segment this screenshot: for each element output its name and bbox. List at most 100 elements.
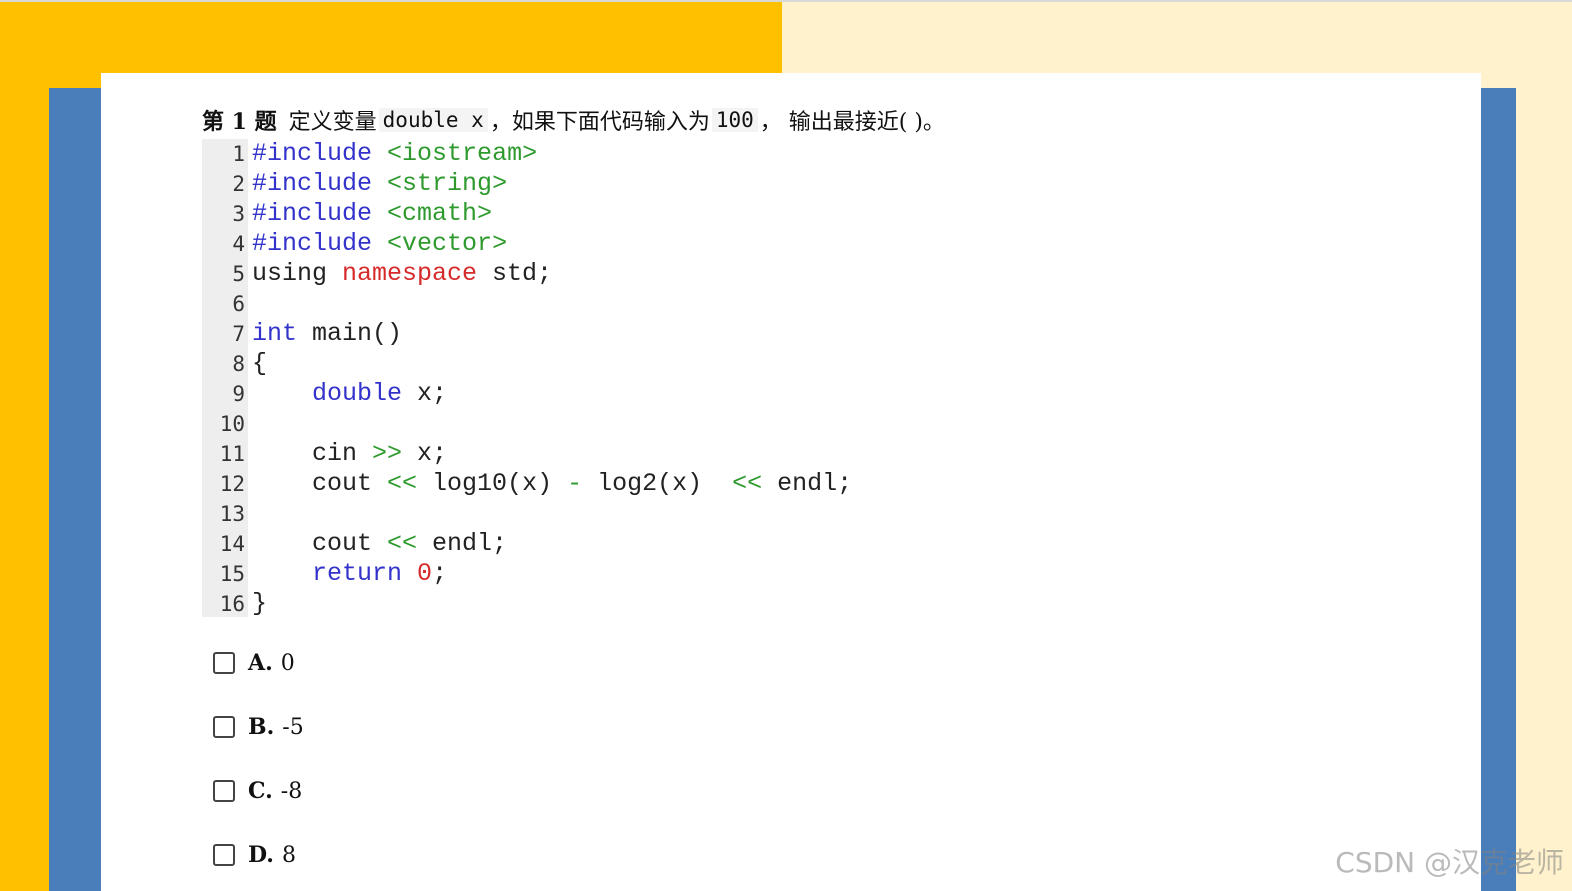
line-number: 9 bbox=[232, 382, 245, 406]
code-text: return 0; bbox=[248, 559, 447, 589]
code-token: std; bbox=[477, 259, 553, 288]
code-token: cout bbox=[252, 469, 388, 498]
option-value: -5 bbox=[282, 714, 304, 740]
code-text: #include <cmath> bbox=[248, 199, 492, 229]
code-line: 14 cout << endl; bbox=[202, 529, 507, 559]
option-b[interactable]: B. -5 bbox=[213, 713, 304, 741]
code-token: return bbox=[312, 559, 403, 588]
option-value: -8 bbox=[280, 778, 303, 804]
code-text: #include <vector> bbox=[248, 229, 507, 259]
option-value: 8 bbox=[281, 842, 296, 868]
code-token: log10(x) bbox=[417, 469, 568, 498]
option-d[interactable]: D. 8 bbox=[213, 841, 296, 869]
code-token: int bbox=[252, 319, 298, 348]
option-value: 0 bbox=[280, 650, 295, 676]
code-token: <cmath> bbox=[387, 199, 493, 228]
line-number: 11 bbox=[219, 442, 245, 466]
code-token: } bbox=[252, 589, 268, 618]
code-token: #include bbox=[252, 169, 373, 198]
code-line: 4 #include <vector> bbox=[202, 229, 507, 259]
code-text: cout << log10(x) - log2(x) << endl; bbox=[248, 469, 852, 499]
code-token: cout bbox=[252, 529, 388, 558]
line-number: 1 bbox=[232, 142, 245, 166]
code-line: 6 bbox=[202, 289, 252, 319]
line-number: 14 bbox=[219, 532, 245, 556]
line-number: 16 bbox=[219, 592, 245, 616]
code-token: 0 bbox=[417, 559, 433, 588]
question-text-middle: ，如果下面代码输入为 bbox=[489, 110, 710, 135]
code-text: using namespace std; bbox=[248, 259, 552, 289]
code-token: << bbox=[387, 469, 418, 498]
code-token: #include bbox=[252, 199, 373, 228]
option-letter: D. bbox=[248, 842, 274, 868]
code-line: 2 #include <string> bbox=[202, 169, 507, 199]
code-block: 1 #include <iostream> 2 #include <string> … bbox=[202, 139, 942, 619]
code-line: 13 bbox=[202, 499, 252, 529]
code-line: 11 cin >> x; bbox=[202, 439, 447, 469]
code-token: double bbox=[312, 379, 403, 408]
code-token: using bbox=[252, 259, 343, 288]
line-number: 13 bbox=[219, 502, 245, 526]
code-token: - bbox=[567, 469, 583, 498]
code-text: cout << endl; bbox=[248, 529, 507, 559]
code-text: cin >> x; bbox=[248, 439, 447, 469]
code-line: 8{ bbox=[202, 349, 267, 379]
code-line: 5 using namespace std; bbox=[202, 259, 552, 289]
option-c[interactable]: C. -8 bbox=[213, 777, 302, 805]
option-c-checkbox[interactable] bbox=[213, 780, 235, 802]
code-token: <vector> bbox=[387, 229, 508, 258]
line-number: 5 bbox=[232, 262, 245, 286]
code-text: int main() bbox=[248, 319, 402, 349]
option-letter: B. bbox=[248, 714, 275, 740]
code-token: x; bbox=[402, 379, 448, 408]
code-token: log2(x) bbox=[582, 469, 733, 498]
code-token: <iostream> bbox=[387, 139, 538, 168]
option-d-checkbox[interactable] bbox=[213, 844, 235, 866]
option-letter: C. bbox=[248, 778, 273, 804]
code-token: endl; bbox=[762, 469, 853, 498]
question-input-value: 100 bbox=[711, 108, 758, 132]
code-line: 3 #include <cmath> bbox=[202, 199, 492, 229]
left-blue-bar bbox=[49, 88, 105, 891]
line-number: 6 bbox=[232, 292, 245, 316]
code-line: 12 cout << log10(x) - log2(x) << endl; bbox=[202, 469, 852, 499]
code-text: #include <string> bbox=[248, 169, 507, 199]
option-a-checkbox[interactable] bbox=[213, 652, 235, 674]
question-text-after: ， 输出最接近( )。 bbox=[759, 110, 945, 135]
code-text: { bbox=[248, 349, 267, 379]
right-blue-bar bbox=[1476, 88, 1516, 891]
code-token: endl; bbox=[417, 529, 508, 558]
line-number: 12 bbox=[219, 472, 245, 496]
code-line: 1 #include <iostream> bbox=[202, 139, 537, 169]
code-text: } bbox=[248, 589, 267, 619]
line-number: 3 bbox=[232, 202, 245, 226]
line-number: 15 bbox=[219, 562, 245, 586]
top-edge-line bbox=[0, 0, 1572, 2]
option-letter: A. bbox=[248, 650, 273, 676]
code-text: #include <iostream> bbox=[248, 139, 537, 169]
line-number: 4 bbox=[232, 232, 245, 256]
code-token: << bbox=[387, 529, 418, 558]
code-token: { bbox=[252, 349, 268, 378]
question-text-before: 定义变量 bbox=[288, 110, 377, 135]
code-token: << bbox=[732, 469, 763, 498]
question-var-decl: double x bbox=[378, 108, 488, 132]
code-token: cin bbox=[252, 439, 373, 468]
code-text: double x; bbox=[248, 379, 447, 409]
question-number: 第 1 题 bbox=[202, 109, 277, 135]
option-b-checkbox[interactable] bbox=[213, 716, 235, 738]
code-token: x; bbox=[402, 439, 448, 468]
option-a[interactable]: A. 0 bbox=[213, 649, 295, 677]
code-line: 10 bbox=[202, 409, 252, 439]
code-token: <string> bbox=[387, 169, 508, 198]
